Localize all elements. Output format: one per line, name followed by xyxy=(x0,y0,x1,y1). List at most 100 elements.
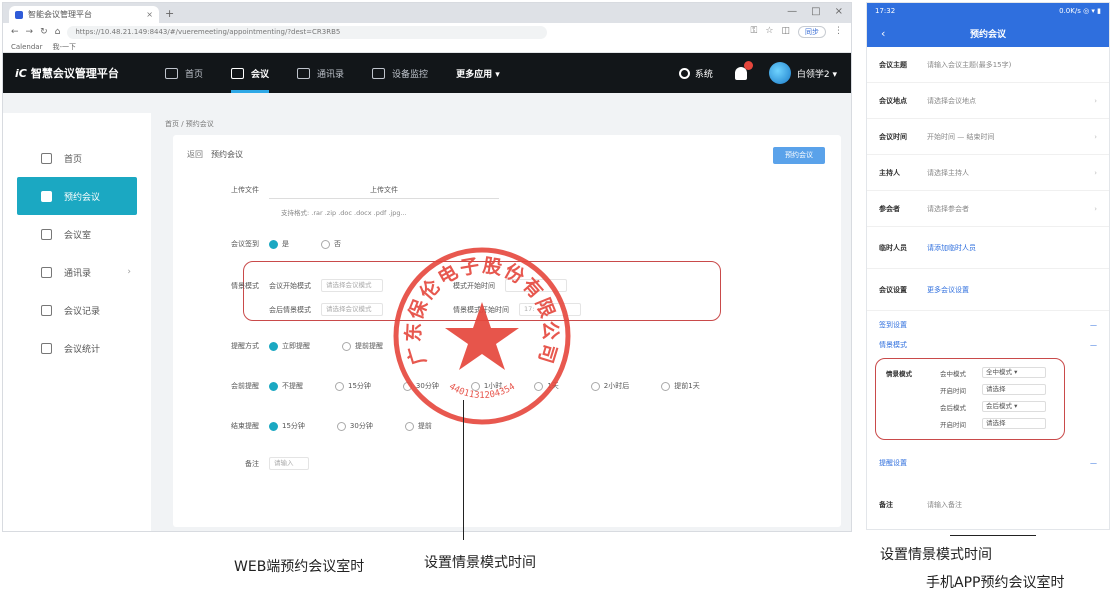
mobile-field-row[interactable]: 临时人员 请添加临时人员 xyxy=(867,227,1109,269)
mobile-section-remind[interactable]: 提醒设置 — xyxy=(867,453,1109,473)
chevron-right-icon: › xyxy=(1094,204,1097,213)
scene-time-input[interactable]: 请选择 xyxy=(982,418,1046,429)
nav-home[interactable]: 首页 xyxy=(165,53,203,93)
field-value: 请选择会议地点 xyxy=(927,96,976,105)
star-icon[interactable]: ☆ xyxy=(765,26,773,38)
caption-web: WEB端预约会议室时 xyxy=(234,559,365,575)
bookmark-item[interactable]: 我-一下 xyxy=(52,42,76,52)
sidebar: 首页 预约会议 会议室 通讯录 › 会议记录 会议统计 xyxy=(3,113,151,531)
reload-icon[interactable]: ↻ xyxy=(40,27,48,37)
remind-option-radio[interactable]: 提前提醒 xyxy=(342,341,383,351)
app-name: 智慧会议管理平台 xyxy=(30,67,119,80)
new-tab-icon[interactable]: + xyxy=(165,7,174,20)
mobile-status-bar: 17:32 0.0K/s ◎ ▾ ▮ xyxy=(867,3,1109,19)
nav-more-apps[interactable]: 更多应用 ▾ xyxy=(456,53,500,93)
browser-tab[interactable]: 智能会议管理平台 × xyxy=(9,6,159,23)
field-value: 请输入会议主题(最多15字) xyxy=(927,60,1012,69)
room-icon xyxy=(41,228,52,240)
scene-mode-select[interactable]: 请选择会议模式 xyxy=(321,279,383,292)
sidebar-item-book[interactable]: 预约会议 xyxy=(17,177,137,215)
menu-icon[interactable]: ⋮ xyxy=(834,26,843,38)
window-controls: — □ × xyxy=(787,6,843,17)
back-link[interactable]: 返回 xyxy=(187,149,203,160)
bell-icon[interactable] xyxy=(734,60,753,80)
sidebar-item-rooms[interactable]: 会议室 xyxy=(3,215,151,253)
field-value: 请选择主持人 xyxy=(927,168,969,177)
field-key: 备注 xyxy=(879,501,893,509)
note-input[interactable]: 请输入 xyxy=(269,457,309,470)
gear-icon xyxy=(678,67,690,79)
scene-mode-select[interactable]: 会后模式 ▾ xyxy=(982,401,1046,412)
url-input[interactable]: https://10.48.21.149:8443/#/vueremeeting… xyxy=(67,25,548,39)
mobile-section-signin[interactable]: 签到设置 — xyxy=(867,315,1109,335)
sidebar-item-label: 首页 xyxy=(64,154,83,165)
nav-label: 首页 xyxy=(185,69,204,80)
field-key: 主持人 xyxy=(879,168,900,177)
mobile-field-row[interactable]: 会议主题 请输入会议主题(最多15字) xyxy=(867,47,1109,83)
user-menu[interactable]: 白领学2 ▾ xyxy=(768,62,837,84)
scene-time-input[interactable]: 请选择 xyxy=(982,384,1046,395)
mobile-field-row[interactable]: 参会者 请选择参会者 › xyxy=(867,191,1109,227)
meeting-icon xyxy=(231,67,245,79)
mobile-scene-box: 情景模式 会中模式 全中模式 ▾ 开启时间 请选择 会后模式 会后模式 ▾ 开启… xyxy=(875,358,1065,440)
app-logo[interactable]: iC 智慧会议管理平台 xyxy=(3,65,143,81)
remind-option-radio[interactable]: 立即提醒 xyxy=(269,341,310,351)
bookmark-item[interactable]: Calendar xyxy=(11,43,42,51)
mobile-note-row[interactable]: 备注 请输入备注 xyxy=(867,487,1109,523)
seal-serial: 4401131204354 xyxy=(447,382,517,401)
scene-mode-select[interactable]: 请选择会议模式 xyxy=(321,303,383,316)
field-key: 参会者 xyxy=(879,204,900,213)
pre-remind-radio[interactable]: 提前1天 xyxy=(661,381,699,391)
chart-icon xyxy=(41,342,52,354)
remind-label: 提醒方式 xyxy=(231,342,259,350)
nav-device[interactable]: 设备监控 xyxy=(372,53,428,93)
mobile-section-scene[interactable]: 情景模式 — xyxy=(867,335,1109,355)
section-label: 签到设置 xyxy=(879,321,907,329)
page-title: 预约会议 xyxy=(211,150,243,159)
upload-hint: 支持格式: .rar .zip .doc .docx .pdf .jpg... xyxy=(281,209,407,217)
back-icon[interactable]: ← xyxy=(11,27,19,37)
upload-button[interactable]: 上传文件 xyxy=(269,181,499,199)
sidebar-item-label: 会议记录 xyxy=(64,306,101,317)
scene-mode-select[interactable]: 全中模式 ▾ xyxy=(982,367,1046,378)
sidebar-item-records[interactable]: 会议记录 xyxy=(3,291,151,329)
maximize-icon[interactable]: □ xyxy=(811,6,820,17)
sidebar-item-contacts[interactable]: 通讯录 › xyxy=(3,253,151,291)
end-remind-radio[interactable]: 30分钟 xyxy=(337,421,373,431)
tab-close-icon[interactable]: × xyxy=(146,10,153,19)
signin-no-radio[interactable]: 否 xyxy=(321,239,341,249)
contacts-icon xyxy=(297,67,311,79)
field-key: 会议时间 xyxy=(879,132,907,141)
close-icon[interactable]: × xyxy=(835,6,843,17)
field-key: 会议主题 xyxy=(879,60,907,69)
signin-yes-radio[interactable]: 是 xyxy=(269,239,289,249)
home-icon[interactable]: ⌂ xyxy=(55,27,61,37)
mobile-field-row[interactable]: 会议时间 开始时间 — 结束时间 › xyxy=(867,119,1109,155)
end-remind-radio[interactable]: 15分钟 xyxy=(269,421,305,431)
sidebar-item-label: 会议室 xyxy=(64,230,92,241)
pre-remind-radio[interactable]: 2小时后 xyxy=(591,381,629,391)
avatar xyxy=(768,62,791,84)
mobile-field-row[interactable]: 会议地点 请选择会议地点 › xyxy=(867,83,1109,119)
sidebar-item-stats[interactable]: 会议统计 xyxy=(3,329,151,367)
sync-button[interactable]: 同步 xyxy=(798,26,826,38)
upload-label: 上传文件 xyxy=(231,186,259,194)
sidebar-item-home[interactable]: 首页 xyxy=(3,139,151,177)
key-icon[interactable]: ⚿ xyxy=(751,26,758,38)
system-button[interactable]: 系统 xyxy=(678,67,713,80)
extension-icon[interactable]: ◫ xyxy=(781,26,790,38)
pre-remind-radio[interactable]: 15分钟 xyxy=(335,381,371,391)
tab-strip: 智能会议管理平台 × + — □ × xyxy=(3,3,851,23)
top-nav: 首页 会议 通讯录 设备监控 更多应用 ▾ xyxy=(165,53,500,93)
nav-meeting[interactable]: 会议 xyxy=(231,53,270,93)
field-value: 请输入备注 xyxy=(927,501,962,509)
pre-remind-radio[interactable]: 不提醒 xyxy=(269,381,303,391)
back-icon[interactable]: ‹ xyxy=(881,27,885,40)
mobile-field-row[interactable]: 主持人 请选择主持人 › xyxy=(867,155,1109,191)
nav-contacts[interactable]: 通讯录 xyxy=(297,53,344,93)
submit-button[interactable]: 预约会议 xyxy=(773,147,825,164)
mobile-field-row[interactable]: 会议设置 更多会议设置 xyxy=(867,269,1109,311)
forward-icon[interactable]: → xyxy=(26,27,34,37)
minimize-icon[interactable]: — xyxy=(787,6,797,17)
caption-mobile: 手机APP预约会议室时 xyxy=(926,575,1065,591)
